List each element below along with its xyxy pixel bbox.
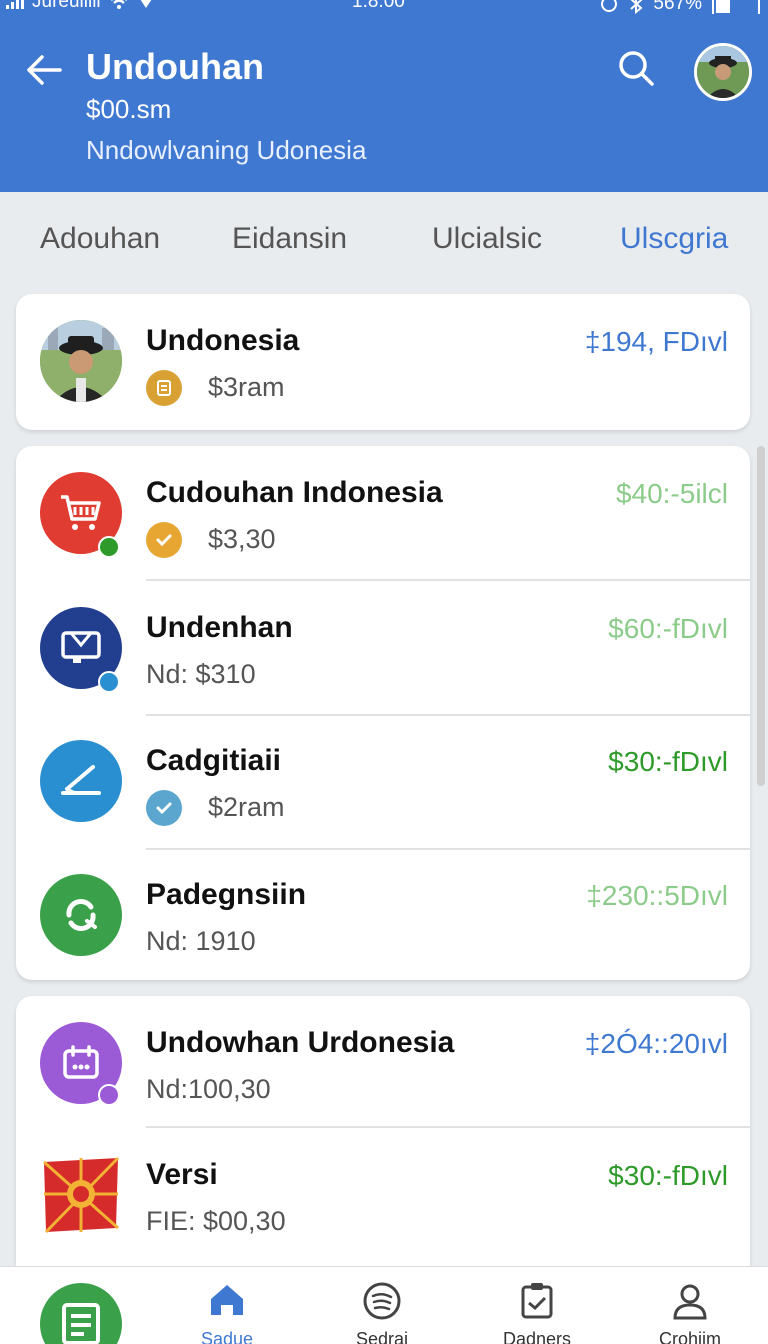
item-amount: $40:-5ilcl [615, 478, 728, 509]
app-header: Undouhan $00.sm Nndowlvaning Udonesia [0, 14, 768, 192]
item-subtitle: FIE: $00,30 [146, 1206, 286, 1236]
search-button[interactable] [616, 48, 660, 92]
list-item[interactable]: Padegnsiin Nd: 1910 ‡230::5Dıvl [16, 848, 750, 980]
carrier-label: Jureuiiiii [32, 0, 101, 12]
item-title: Versi [146, 1158, 218, 1191]
list-item[interactable]: Versi FIE: $00,30 $30:-fDıvl [16, 1128, 750, 1262]
person-photo-icon [40, 320, 122, 402]
item-title: Padegnsiin [146, 878, 307, 911]
tab-ulcialsic[interactable]: Ulcialsic [432, 222, 542, 256]
alarm-icon [601, 0, 618, 12]
item-subtitle: Nd: 1910 [146, 926, 256, 956]
item-title: Undenhan [146, 611, 293, 644]
item-subtitle: Nd: $310 [146, 659, 256, 689]
list-item[interactable]: Undenhan Nd: $310 $60:-fDıvl [16, 581, 750, 715]
header-subtitle: $00.sm [86, 94, 172, 124]
tab-bar: Adouhan Eidansin Ulcialsic Ulscgria [0, 192, 768, 284]
battery-percent: 567% [653, 0, 702, 14]
item-amount: ‡2Ó4::20ıvl [584, 1028, 728, 1059]
item-subtitle: $3,30 [208, 524, 276, 554]
person-photo-icon [697, 46, 749, 98]
item-title: Cudouhan Indonesia [146, 476, 443, 509]
more-transactions-card: Undowhan Urdonesia Nd:100,30 ‡2Ó4::20ıvl… [16, 996, 750, 1286]
scrollbar[interactable] [757, 446, 765, 786]
profile-card[interactable]: Undonesia $3ram ‡194, FDıvl [16, 294, 750, 430]
tab-adouhan[interactable]: Adouhan [40, 222, 160, 256]
location-icon [140, 0, 151, 8]
item-title: Undonesia [146, 324, 300, 357]
check-icon [146, 522, 182, 558]
item-amount: $30:-fDıvl [608, 1160, 728, 1191]
tab-ulscgria[interactable]: Ulscgria [620, 222, 728, 256]
refresh-icon [40, 874, 122, 956]
status-bar: Jureuiiiii 1.8.00 567% [0, 0, 768, 17]
check-icon [146, 790, 182, 826]
status-badge [98, 671, 120, 693]
bluetooth-icon [630, 0, 643, 14]
status-badge [98, 1084, 120, 1106]
item-title: Cadgitiaii [146, 744, 282, 777]
tab-eidansin[interactable]: Eidansin [232, 222, 347, 256]
arrow-left-icon [27, 55, 62, 85]
item-subtitle: $3ram [208, 372, 285, 402]
nav-label: Dadners [502, 1329, 572, 1344]
clipboard-icon [521, 1283, 553, 1319]
list-item[interactable]: Cudouhan Indonesia $3,30 $40:-5ilcl [16, 446, 750, 580]
list-item[interactable]: Undonesia $3ram ‡194, FDıvl [16, 294, 750, 428]
coin-icon [146, 370, 182, 406]
status-time: 1.8.00 [352, 0, 405, 12]
wifi-icon [110, 0, 127, 9]
flag-icon [40, 1154, 122, 1236]
notes-fab-button[interactable] [40, 1283, 122, 1344]
nav-label: Sadue [200, 1329, 254, 1344]
item-subtitle: $2ram [208, 792, 285, 822]
item-amount: $30:-fDıvl [608, 746, 728, 777]
list-item[interactable]: Undowhan Urdonesia Nd:100,30 ‡2Ó4::20ıvl [16, 996, 750, 1130]
notes-icon [62, 1303, 100, 1344]
nav-label: Crohiim [658, 1329, 721, 1344]
nav-sadue[interactable]: Sadue [167, 1267, 287, 1344]
transactions-card: Cudouhan Indonesia $3,30 $40:-5ilcl Unde… [16, 446, 750, 980]
item-subtitle: Nd:100,30 [146, 1074, 271, 1104]
home-icon [211, 1285, 243, 1315]
signal-icon [6, 0, 24, 9]
nav-dadners[interactable]: Dadners [477, 1267, 597, 1344]
nav-crohiim[interactable]: Crohiim [630, 1267, 750, 1344]
nav-label: Sedrai [355, 1329, 409, 1344]
person-icon [673, 1284, 707, 1320]
status-left: Jureuiiiii [6, 0, 155, 13]
item-amount: $60:-fDıvl [608, 613, 728, 644]
item-amount: ‡194, FDıvl [584, 326, 728, 357]
page-title: Undouhan [86, 46, 264, 87]
profile-avatar[interactable] [694, 43, 752, 101]
avatar [40, 320, 122, 402]
back-button[interactable] [22, 48, 66, 92]
search-icon [619, 51, 654, 86]
music-icon [363, 1282, 401, 1320]
status-badge [98, 536, 120, 558]
list-item[interactable]: Cadgitiaii $2ram $30:-fDıvl [16, 714, 750, 848]
item-amount: ‡230::5Dıvl [586, 880, 728, 911]
header-location: Nndowlvaning Udonesia [86, 135, 367, 165]
pen-icon [40, 740, 122, 822]
nav-sedrai[interactable]: Sedrai [322, 1267, 442, 1344]
item-title: Undowhan Urdonesia [146, 1026, 455, 1059]
bottom-nav: Sadue Sedrai Dadners Crohiim [0, 1266, 768, 1344]
